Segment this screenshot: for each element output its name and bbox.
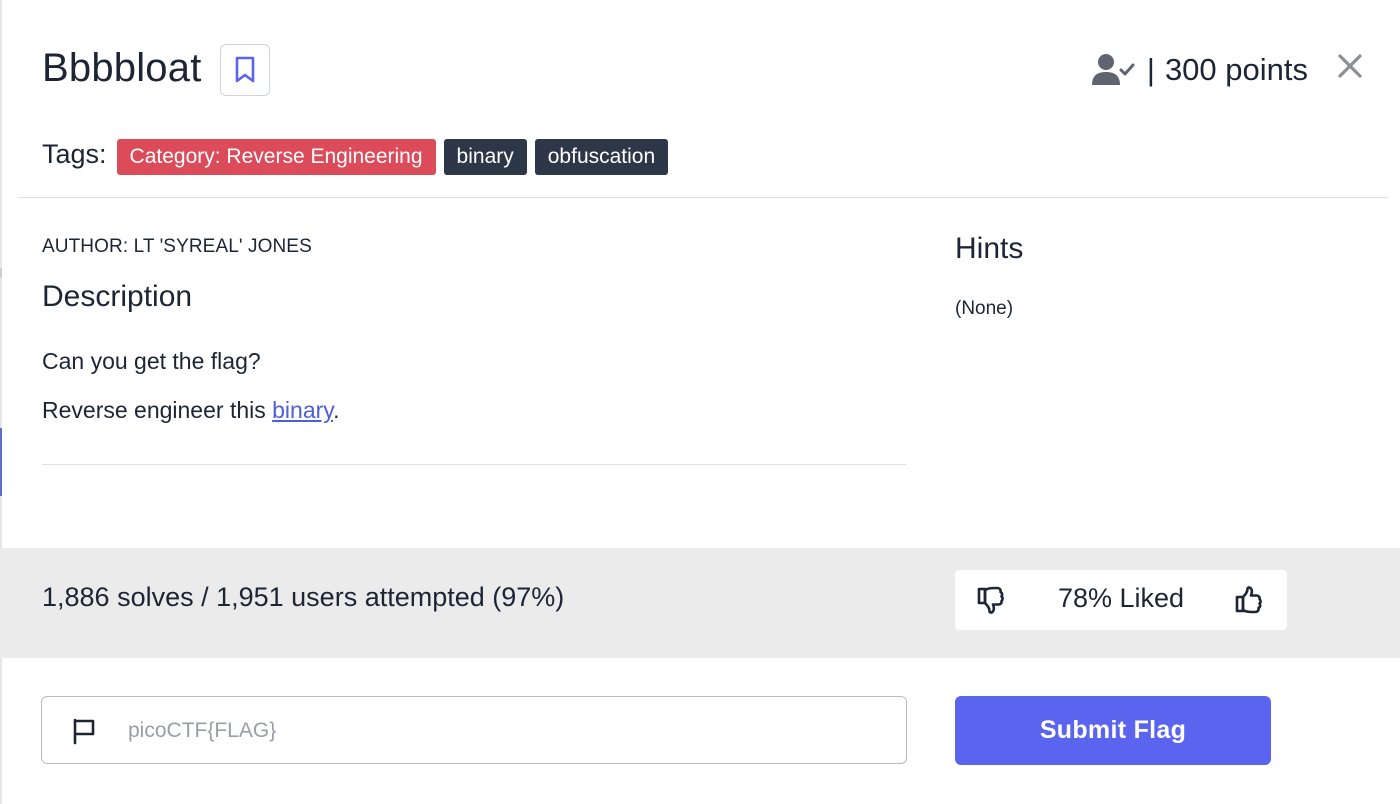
flag-input-group <box>41 696 907 765</box>
challenge-title: Bbbbloat <box>42 46 202 90</box>
binary-download-link[interactable]: binary <box>272 397 333 423</box>
background-edge-accent <box>0 428 2 496</box>
header-divider <box>18 197 1388 198</box>
flag-icon <box>73 718 95 745</box>
submit-flag-button[interactable]: Submit Flag <box>955 696 1271 765</box>
description-link-line: Reverse engineer this binary. <box>42 397 339 424</box>
hints-heading: Hints <box>955 232 1024 265</box>
points-separator: | <box>1146 52 1155 87</box>
bookmark-button[interactable] <box>220 44 270 96</box>
tags-row: Tags: Category: Reverse Engineering bina… <box>42 138 676 176</box>
author-line: AUTHOR: LT 'SYREAL' JONES <box>42 236 312 257</box>
flag-input[interactable] <box>126 697 890 765</box>
points-label: 300 points <box>1164 52 1308 87</box>
close-icon <box>1338 54 1362 78</box>
description-prefix: Reverse engineer this <box>42 397 273 423</box>
description-heading: Description <box>42 280 193 313</box>
tag-obfuscation[interactable]: obfuscation <box>534 139 669 175</box>
description-text: Can you get the flag? <box>42 348 261 374</box>
background-edge <box>0 0 2 804</box>
background-edge-mark <box>0 268 2 278</box>
hints-value: (None) <box>955 298 1014 319</box>
challenge-modal: Bbbbloat | 300 points Tags: Category: Re… <box>0 0 1400 804</box>
points-display: | 300 points <box>1091 48 1308 92</box>
close-button[interactable] <box>1334 50 1366 82</box>
description-divider <box>42 464 906 465</box>
thumbs-up-icon[interactable] <box>1233 584 1265 616</box>
user-check-icon <box>1091 54 1135 85</box>
tag-category[interactable]: Category: Reverse Engineering <box>116 139 436 175</box>
tag-binary[interactable]: binary <box>443 139 527 175</box>
bookmark-icon <box>235 56 255 83</box>
rating-box: 78% Liked <box>955 570 1287 630</box>
solves-stats: 1,886 solves / 1,951 users attempted (97… <box>42 582 565 612</box>
tags-label: Tags: <box>42 138 107 169</box>
description-suffix: . <box>333 397 340 423</box>
